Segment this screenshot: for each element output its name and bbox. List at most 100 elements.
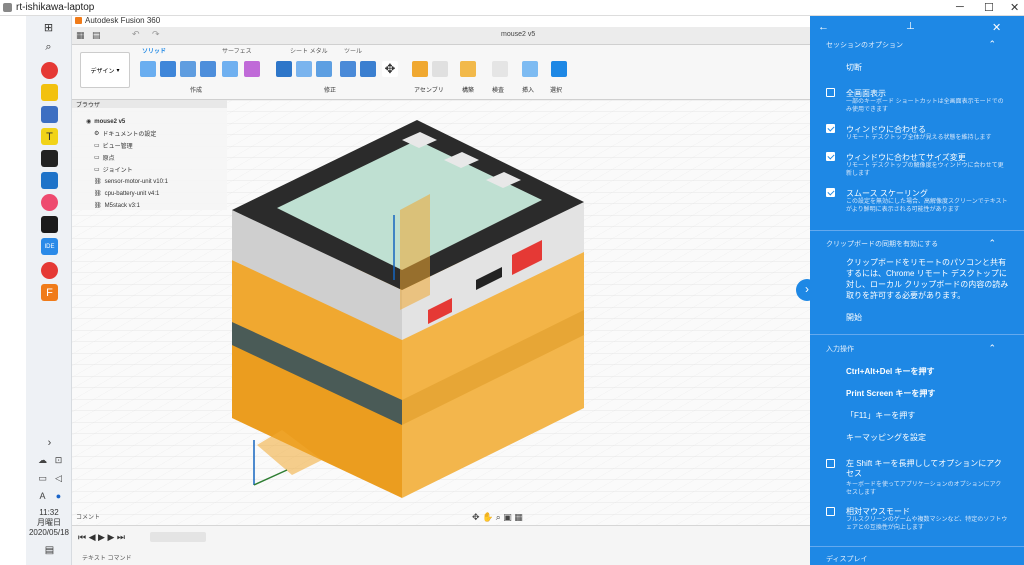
pin-icon[interactable]: ⊥ [906,21,915,32]
disconnect-link[interactable]: 切断 [846,62,862,73]
label-assemble[interactable]: アセンブリ [414,85,444,94]
ide-icon[interactable]: IDE [41,238,58,255]
vscode-icon[interactable] [41,172,58,189]
clock-time: 11:32 [39,508,59,517]
chevron-up-icon[interactable]: ⌃ [988,238,996,249]
volume-icon[interactable]: ◁ [50,470,67,487]
tab-surface[interactable]: サーフェス [222,46,252,55]
joint-icon[interactable] [432,61,448,77]
new-component-icon[interactable] [412,61,428,77]
fit-window-checkbox[interactable] [826,124,835,133]
print-screen-link[interactable]: Print Screen キーを押す [846,388,935,399]
create-form-icon[interactable] [244,61,260,77]
relative-mouse-checkbox[interactable] [826,507,835,516]
gear-icon: ⚙ [94,131,100,137]
design-workspace-button[interactable]: デザイン ▾ [80,52,130,88]
network-icon[interactable]: ⊡ [50,452,67,469]
taskbar-clock[interactable]: 11:32 月曜日 2020/05/18 [26,508,72,538]
shift-options-checkbox[interactable] [826,459,835,468]
terminal-icon[interactable] [41,150,58,167]
rib-icon[interactable] [222,61,238,77]
bluetooth-icon[interactable]: ● [50,487,67,504]
app-icon-pink[interactable] [41,194,58,211]
chevron-up-icon[interactable]: ⌃ [988,39,996,50]
close-button[interactable]: ✕ [1010,1,1019,14]
fusion-icon[interactable]: F [41,284,58,301]
smooth-scaling-checkbox[interactable] [826,188,835,197]
measure-icon[interactable] [492,61,508,77]
browser-item-document-settings[interactable]: ⚙ ドキュメントの設定 [94,128,156,139]
grid-menu-icon[interactable]: ▦ [76,30,85,41]
redo-icon[interactable]: ↷ [152,29,160,40]
tab-sheet-metal[interactable]: シート メタル [290,46,328,55]
eye-icon[interactable]: ◉ [86,118,91,125]
label-select[interactable]: 選択 [550,85,562,94]
fusion-tab-bar: ▦ ▤ ↶ ↷ mouse2 v5 [72,27,810,45]
browser-item-named-views[interactable]: ▭ ビュー管理 [94,140,133,151]
press-pull-icon[interactable] [276,61,292,77]
revolve-icon[interactable] [180,61,196,77]
tab-solid[interactable]: ソリッド [142,46,166,55]
chamfer-icon[interactable] [316,61,332,77]
document-tab[interactable]: mouse2 v5 [501,31,535,38]
label-create[interactable]: 作成 [190,85,202,94]
combine-icon[interactable] [360,61,376,77]
browser-item-m5stack[interactable]: ⛓ M5stack v3:1 [94,200,140,211]
chrome-icon[interactable] [41,62,58,79]
undo-icon[interactable]: ↶ [132,29,140,40]
search-icon[interactable]: ⌕ [40,39,57,56]
navigation-bar-icon[interactable]: ✥ ✋ ⌕ ▣ ▦ [472,512,523,523]
app-icon-yellow[interactable]: T [41,128,58,145]
browser-item-cpu-battery[interactable]: ⛓ cpu-battery-unit v4:1 [94,188,159,199]
clipboard-start-link[interactable]: 開始 [846,312,862,323]
label-modify[interactable]: 修正 [324,85,336,94]
comment-label[interactable]: コメント [76,512,100,521]
minimize-button[interactable]: ─ [956,1,964,13]
label-inspect[interactable]: 検査 [492,85,504,94]
divider [810,546,1024,547]
console-icon[interactable] [41,216,58,233]
back-arrow-icon[interactable]: ← [818,21,829,33]
move-icon[interactable]: ✥ [382,61,398,77]
cloud-icon[interactable]: ☁ [34,452,51,469]
app-icon-blue[interactable] [41,106,58,123]
browser-item-origin[interactable]: ▭ 原点 [94,152,115,163]
battery-icon[interactable]: ▭ [34,470,51,487]
browser-item-sensor-motor[interactable]: ⛓ sensor-motor-unit v10:1 [94,176,168,187]
f11-link[interactable]: 「F11」キーを押す [846,410,915,421]
insert-icon[interactable] [522,61,538,77]
new-sketch-icon[interactable] [140,61,156,77]
start-icon[interactable]: ⊞ [40,19,57,36]
sweep-icon[interactable] [200,61,216,77]
panel-toggle-chevron-icon[interactable]: › [796,279,818,301]
chevron-right-icon[interactable]: › [41,434,58,451]
ime-icon[interactable]: A [34,487,51,504]
extrude-icon[interactable] [160,61,176,77]
timeline-features[interactable] [150,532,206,542]
browser-item-root[interactable]: ◉ mouse2 v5 [86,116,125,127]
file-icon[interactable]: ▤ [92,30,101,41]
chrome-icon-2[interactable] [41,262,58,279]
browser-item-joints[interactable]: ▭ ジョイント [94,164,133,175]
close-icon[interactable]: ✕ [992,21,1001,34]
shell-icon[interactable] [340,61,356,77]
label-insert[interactable]: 挿入 [522,85,534,94]
maximize-button[interactable]: ☐ [984,1,994,14]
fullscreen-checkbox[interactable] [826,88,835,97]
folder-icon[interactable] [41,84,58,101]
text-command-label[interactable]: テキスト コマンド [82,553,132,562]
chevron-up-icon[interactable]: ⌃ [988,343,996,354]
label-construct[interactable]: 構築 [462,85,474,94]
timeline-controls-icon[interactable]: ⏮ ◀ ▶ ▶ ⏭ [78,532,125,543]
notification-icon[interactable]: ▤ [41,542,58,559]
fillet-icon[interactable] [296,61,312,77]
offset-plane-icon[interactable] [460,61,476,77]
shift-options-label[interactable]: 左 Shift キーを長押ししてオプションにアクセス [846,459,1006,479]
tab-tools[interactable]: ツール [344,46,362,55]
select-icon[interactable] [551,61,567,77]
ctrl-alt-del-link[interactable]: Ctrl+Alt+Del キーを押す [846,366,934,377]
browser-panel: ブラウザ ◉ mouse2 v5 ⚙ ドキュメントの設定 ▭ ビュー管理 ▭ 原点 ▭ ジ… [72,100,227,210]
key-mapping-link[interactable]: キーマッピングを設定 [846,432,926,443]
resize-checkbox[interactable] [826,152,835,161]
browser-item-label: 原点 [102,156,115,162]
